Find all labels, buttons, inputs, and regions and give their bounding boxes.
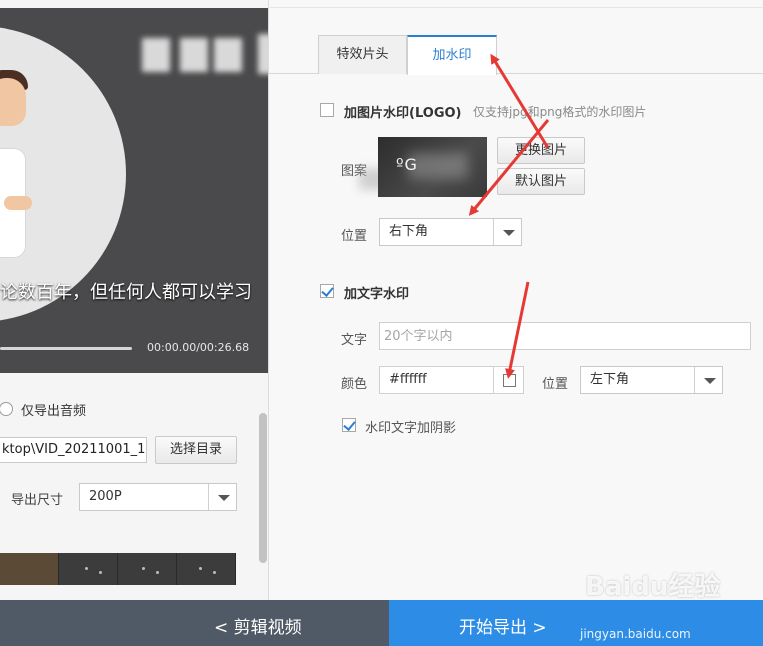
replace-image-button[interactable]: 更换图片: [497, 137, 585, 164]
text-position-value: 左下角: [590, 372, 630, 387]
filmstrip-frame: [177, 553, 236, 585]
color-value: #ffffff: [389, 372, 427, 387]
cartoon-head: [0, 78, 26, 126]
blurred-logo: [258, 34, 268, 74]
watermark-image-preview: ºG: [378, 137, 487, 197]
left-panel: 论数百年，但任何人都可以学习 00:00.00/00:26.68 仅导出音频 k…: [0, 0, 268, 600]
audio-only-label: 仅导出音频: [21, 403, 87, 419]
text-watermark-checkbox[interactable]: [320, 284, 334, 298]
color-label: 颜色: [341, 377, 368, 392]
baidu-jingyan-url: jingyan.baidu.com: [580, 627, 691, 641]
filmstrip-frame: [59, 553, 118, 585]
chevron-down-icon[interactable]: [694, 367, 722, 393]
watermark-text-field[interactable]: [379, 322, 751, 350]
text-position-select[interactable]: 左下角: [580, 366, 723, 394]
export-size-label: 导出尺寸: [11, 493, 64, 508]
text-watermark-label: 加文字水印: [344, 287, 410, 302]
output-path-input[interactable]: ktop\VID_20211001_12: [0, 437, 147, 463]
tab-effects-intro[interactable]: 特效片头: [318, 35, 407, 74]
color-field[interactable]: #ffffff: [379, 366, 524, 394]
scrollbar-thumb[interactable]: [259, 413, 267, 563]
image-watermark-label: 加图片水印(LOGO): [344, 106, 462, 121]
color-picker-button[interactable]: [493, 367, 523, 393]
default-image-button[interactable]: 默认图片: [497, 168, 585, 195]
baidu-jingyan-logo: Baidu经验: [585, 572, 721, 602]
preview-logo-text: ºG: [396, 155, 418, 174]
filmstrip-frame: [0, 553, 59, 585]
start-export-button[interactable]: 开始导出 >: [389, 600, 763, 646]
text-position-label: 位置: [542, 377, 569, 392]
radio-button[interactable]: [0, 402, 13, 416]
watermark-settings-panel: 特效片头 加水印 加图片水印(LOGO) 仅支持jpg和png格式的水印图片 图…: [269, 0, 763, 600]
export-size-select[interactable]: 200P: [79, 483, 237, 511]
image-position-label: 位置: [341, 229, 368, 244]
shadow-checkbox[interactable]: [342, 418, 356, 432]
video-progress-bar[interactable]: [0, 347, 132, 350]
top-strip: [269, 0, 763, 8]
blurred-logo: [214, 38, 242, 72]
chevron-down-icon[interactable]: [208, 484, 236, 510]
blurred-logo: [180, 38, 208, 72]
image-watermark-checkbox[interactable]: [320, 103, 334, 117]
back-to-edit-label: < 剪辑视频: [214, 618, 302, 638]
video-subtitle: 论数百年，但任何人都可以学习: [0, 282, 252, 303]
filmstrip-frame: [118, 553, 177, 585]
choose-directory-button[interactable]: 选择目录: [155, 436, 237, 464]
audio-only-option[interactable]: 仅导出音频: [0, 398, 86, 420]
export-size-value: 200P: [89, 489, 122, 504]
back-to-edit-button[interactable]: < 剪辑视频: [0, 600, 389, 646]
tab-add-watermark[interactable]: 加水印: [407, 35, 497, 75]
start-export-label: 开始导出 >: [459, 618, 547, 638]
shadow-label: 水印文字加阴影: [365, 421, 457, 436]
video-preview[interactable]: 论数百年，但任何人都可以学习 00:00.00/00:26.68: [0, 8, 268, 373]
cartoon-arm: [4, 196, 32, 210]
chevron-down-icon[interactable]: [493, 219, 521, 245]
image-watermark-hint: 仅支持jpg和png格式的水印图片: [473, 105, 647, 119]
image-position-select[interactable]: 右下角: [379, 218, 522, 246]
watermark-text-input[interactable]: [380, 323, 750, 349]
video-filmstrip[interactable]: [0, 553, 236, 585]
video-time: 00:00.00/00:26.68: [147, 341, 250, 354]
image-position-value: 右下角: [389, 224, 429, 239]
text-label: 文字: [341, 333, 368, 348]
blurred-logo: [142, 38, 170, 72]
